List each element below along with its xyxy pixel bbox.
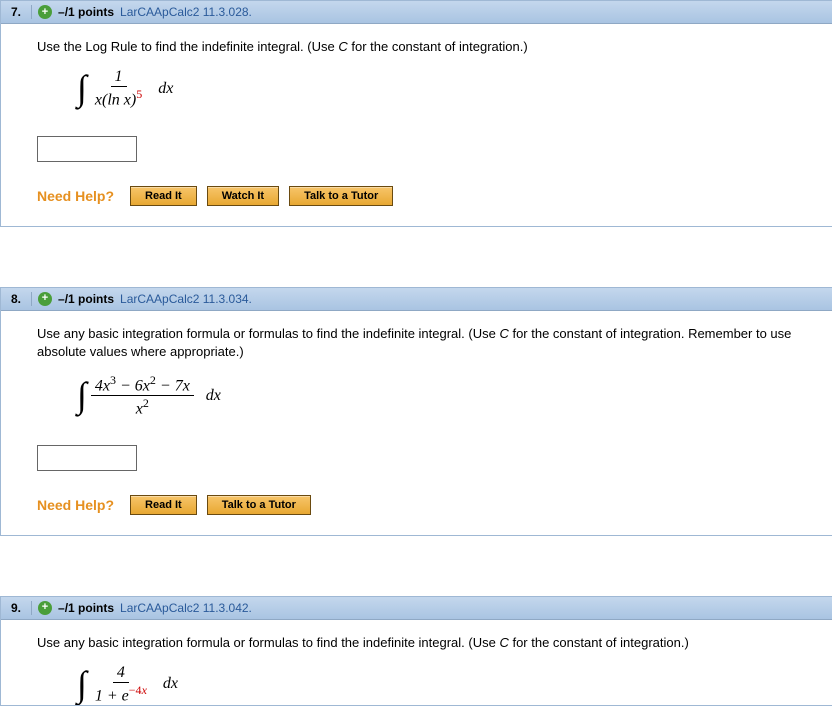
need-help-label: Need Help? <box>37 188 114 204</box>
read-it-button[interactable]: Read It <box>130 186 197 206</box>
question-ref: LarCAApCalc2 11.3.028. <box>120 5 252 19</box>
integral-formula: ∫ 1 x(ln x)5 dx <box>77 68 815 109</box>
question-body: Use any basic integration formula or for… <box>1 620 832 706</box>
question-body: Use the Log Rule to find the indefinite … <box>1 24 832 226</box>
answer-input[interactable] <box>37 445 137 471</box>
question-prompt: Use any basic integration formula or for… <box>37 634 815 652</box>
points-label: –/1 points <box>58 5 114 19</box>
question-header: 9. + –/1 points LarCAApCalc2 11.3.042. <box>1 597 832 620</box>
expand-icon[interactable]: + <box>38 292 52 306</box>
expand-icon[interactable]: + <box>38 5 52 19</box>
help-row: Need Help? Read It Watch It Talk to a Tu… <box>37 186 815 206</box>
integral-icon: ∫ <box>77 74 87 103</box>
question-prompt: Use any basic integration formula or for… <box>37 325 815 361</box>
question-7: 7. + –/1 points LarCAApCalc2 11.3.028. U… <box>0 0 832 227</box>
read-it-button[interactable]: Read It <box>130 495 197 515</box>
question-number: 9. <box>9 601 32 615</box>
expand-icon[interactable]: + <box>38 601 52 615</box>
question-body: Use any basic integration formula or for… <box>1 311 832 535</box>
integral-formula: ∫ 4 1 + e−4x dx <box>77 664 815 705</box>
watch-it-button[interactable]: Watch It <box>207 186 279 206</box>
integral-formula: ∫ 4x3 − 6x2 − 7x x2 dx <box>77 373 815 419</box>
question-number: 8. <box>9 292 32 306</box>
need-help-label: Need Help? <box>37 497 114 513</box>
answer-input[interactable] <box>37 136 137 162</box>
question-header: 7. + –/1 points LarCAApCalc2 11.3.028. <box>1 1 832 24</box>
talk-tutor-button[interactable]: Talk to a Tutor <box>289 186 393 206</box>
question-8: 8. + –/1 points LarCAApCalc2 11.3.034. U… <box>0 287 832 536</box>
question-number: 7. <box>9 5 32 19</box>
question-prompt: Use the Log Rule to find the indefinite … <box>37 38 815 56</box>
integral-icon: ∫ <box>77 670 87 699</box>
points-label: –/1 points <box>58 292 114 306</box>
help-row: Need Help? Read It Talk to a Tutor <box>37 495 815 515</box>
talk-tutor-button[interactable]: Talk to a Tutor <box>207 495 311 515</box>
question-9: 9. + –/1 points LarCAApCalc2 11.3.042. U… <box>0 596 832 706</box>
question-ref: LarCAApCalc2 11.3.034. <box>120 292 252 306</box>
integral-icon: ∫ <box>77 381 87 410</box>
question-ref: LarCAApCalc2 11.3.042. <box>120 601 252 615</box>
points-label: –/1 points <box>58 601 114 615</box>
question-header: 8. + –/1 points LarCAApCalc2 11.3.034. <box>1 288 832 311</box>
